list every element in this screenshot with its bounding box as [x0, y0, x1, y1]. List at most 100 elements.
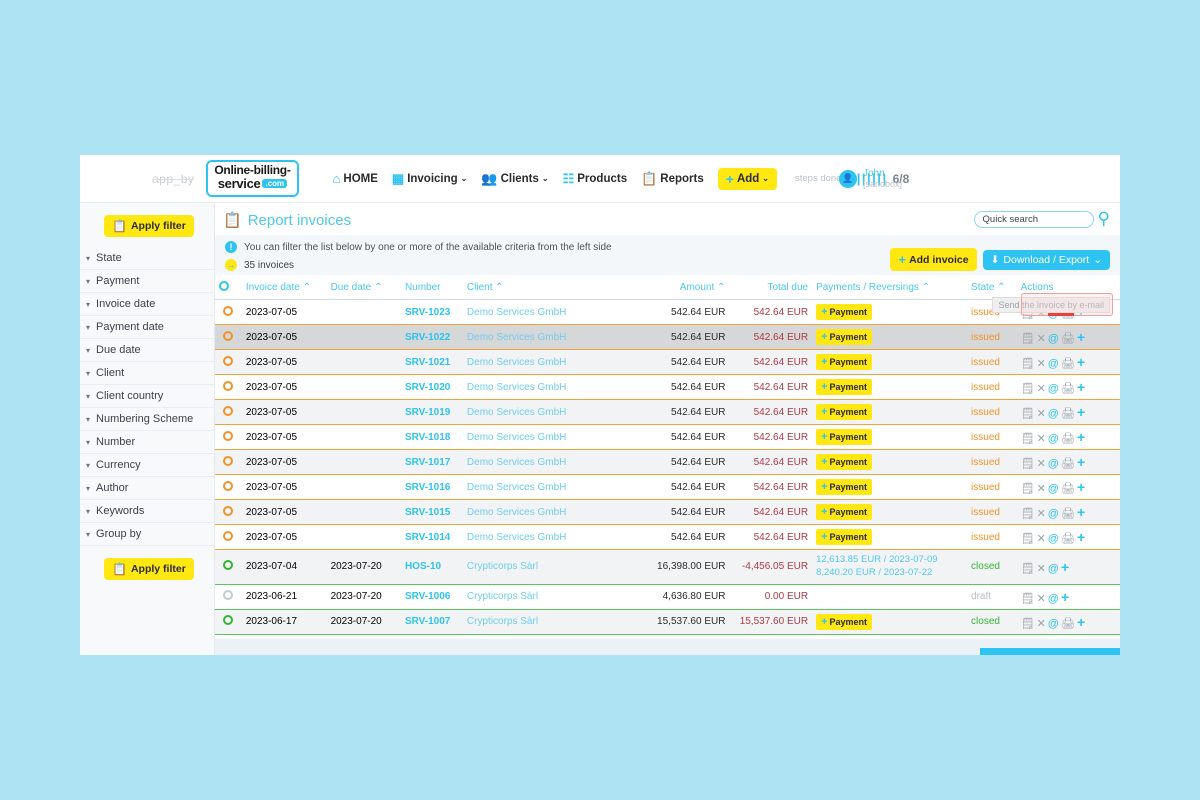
cell-client[interactable]: Demo Services GmbH [462, 474, 618, 500]
table-row[interactable]: 2023-07-05 SRV-1019 Demo Services GmbH 542.… [215, 399, 1120, 425]
column-header-client[interactable]: Client ⌃ [462, 275, 618, 300]
close-icon[interactable]: ✕ [1037, 333, 1048, 345]
add-payment-badge[interactable]: + Payment [816, 379, 873, 395]
filter-item-keywords[interactable]: ▾ Keywords [80, 500, 214, 523]
row-state-circle-icon[interactable] [223, 330, 234, 341]
cell-invoice-number[interactable]: SRV-1019 [400, 399, 463, 425]
email-icon[interactable]: @ [1048, 358, 1061, 370]
download-export-button[interactable]: ⬇ Download / Export ⌄ [982, 249, 1110, 270]
cell-client[interactable]: Demo Services GmbH [462, 299, 618, 325]
filter-item-invoice-date[interactable]: ▾ Invoice date [80, 293, 214, 316]
row-select-cell[interactable] [215, 609, 242, 635]
edit-icon[interactable]: 🗒 [1021, 358, 1037, 370]
filter-item-numbering-scheme[interactable]: ▾ Numbering Scheme [80, 408, 214, 431]
print-icon[interactable]: 🖨 [1061, 508, 1077, 520]
filter-item-client[interactable]: ▾ Client [80, 362, 214, 385]
email-icon[interactable]: @ [1048, 563, 1061, 575]
close-icon[interactable]: ✕ [1037, 508, 1048, 520]
row-select-cell[interactable] [215, 374, 242, 400]
add-icon[interactable]: + [1077, 429, 1087, 445]
add-payment-badge[interactable]: + Payment [816, 354, 873, 370]
edit-icon[interactable]: 🗒 [1021, 563, 1037, 575]
column-header-total-due[interactable]: Total due [729, 275, 813, 300]
row-select-cell[interactable] [215, 474, 242, 500]
table-row[interactable]: 2023-06-21 2023-07-20 SRV-1006 Crypticorps … [215, 584, 1120, 610]
email-icon[interactable]: @ [1048, 433, 1061, 445]
email-icon[interactable]: @ [1048, 533, 1061, 545]
row-state-circle-icon[interactable] [223, 305, 234, 316]
select-all-circle-icon[interactable] [219, 281, 229, 291]
column-header-state[interactable]: State ⌃ [967, 275, 1017, 300]
print-icon[interactable]: 🖨 [1061, 383, 1077, 395]
edit-icon[interactable]: 🗒 [1021, 508, 1037, 520]
cell-invoice-number[interactable]: SRV-1015 [400, 499, 463, 525]
row-select-cell[interactable] [215, 584, 242, 610]
row-state-circle-icon[interactable] [223, 480, 234, 491]
column-header-payments-reversings[interactable]: Payments / Reversings ⌃ [812, 275, 968, 300]
print-icon[interactable]: 🖨 [1061, 333, 1077, 345]
filter-item-client-country[interactable]: ▾ Client country [80, 385, 214, 408]
edit-icon[interactable]: 🗒 [1021, 593, 1037, 605]
add-payment-badge[interactable]: + Payment [816, 529, 873, 545]
table-row[interactable]: 2023-07-05 SRV-1015 Demo Services GmbH 542.… [215, 499, 1120, 525]
edit-icon[interactable]: 🗒 [1021, 483, 1037, 495]
table-row[interactable]: 2023-07-05 SRV-1021 Demo Services GmbH 542.… [215, 349, 1120, 375]
print-icon[interactable]: 🖨 [1061, 358, 1077, 370]
search-icon[interactable]: ⚲ [1098, 209, 1110, 229]
column-header-number[interactable]: Number [400, 275, 463, 300]
filter-item-payment[interactable]: ▾ Payment [80, 270, 214, 293]
print-icon[interactable]: 🖨 [1061, 408, 1077, 420]
email-icon[interactable]: @ [1048, 333, 1061, 345]
email-icon[interactable]: @ [1048, 458, 1061, 470]
add-payment-badge[interactable]: + Payment [816, 479, 873, 495]
cell-invoice-number[interactable]: SRV-1020 [400, 374, 463, 400]
cell-invoice-number[interactable]: SRV-1014 [400, 524, 463, 550]
cell-client[interactable]: Demo Services GmbH [462, 349, 618, 375]
row-state-circle-icon[interactable] [223, 560, 234, 571]
add-icon[interactable]: + [1077, 454, 1087, 470]
add-icon[interactable]: + [1077, 529, 1087, 545]
close-icon[interactable]: ✕ [1037, 533, 1048, 545]
row-select-cell[interactable] [215, 424, 242, 450]
apply-filter-button-bottom[interactable]: 📋 Apply filter [104, 558, 194, 580]
add-icon[interactable]: + [1077, 329, 1087, 345]
payment-line[interactable]: 12,613.85 EUR / 2023-07-09 [816, 554, 963, 567]
row-state-circle-icon[interactable] [223, 615, 234, 626]
table-row[interactable]: 2023-07-05 SRV-1016 Demo Services GmbH 542.… [215, 474, 1120, 500]
column-header-due-date[interactable]: Due date ⌃ [326, 275, 401, 300]
cell-client[interactable]: Demo Services GmbH [462, 524, 618, 550]
select-all-header[interactable] [215, 275, 242, 300]
add-icon[interactable]: + [1061, 589, 1071, 605]
cell-invoice-number[interactable]: SRV-1016 [400, 474, 463, 500]
close-icon[interactable]: ✕ [1037, 593, 1048, 605]
payment-line[interactable]: 8,240.20 EUR / 2023-07-22 [816, 567, 963, 580]
edit-icon[interactable]: 🗒 [1021, 408, 1037, 420]
add-icon[interactable]: + [1077, 479, 1087, 495]
row-state-circle-icon[interactable] [223, 530, 234, 541]
brand-logo[interactable]: Online-billing- service .com [206, 160, 299, 197]
close-icon[interactable]: ✕ [1037, 358, 1048, 370]
table-row[interactable]: 2023-07-05 SRV-1018 Demo Services GmbH 542.… [215, 424, 1120, 450]
filter-item-number[interactable]: ▾ Number [80, 431, 214, 454]
print-icon[interactable]: 🖨 [1061, 433, 1077, 445]
add-payment-badge[interactable]: + Payment [816, 329, 873, 345]
table-row[interactable]: 2023-07-05 SRV-1020 Demo Services GmbH 542.… [215, 374, 1120, 400]
print-icon[interactable]: 🖨 [1061, 458, 1077, 470]
add-payment-badge[interactable]: + Payment [816, 613, 873, 630]
column-header-amount[interactable]: Amount ⌃ [617, 275, 730, 300]
close-icon[interactable]: ✕ [1037, 433, 1048, 445]
add-icon[interactable]: + [1077, 614, 1087, 630]
column-header-actions[interactable]: Actions [1016, 275, 1120, 300]
apply-filter-button-top[interactable]: 📋 Apply filter [104, 215, 194, 237]
add-payment-badge[interactable]: + Payment [816, 404, 873, 420]
row-state-circle-icon[interactable] [223, 430, 234, 441]
cell-invoice-number[interactable]: SRV-1017 [400, 449, 463, 475]
table-row[interactable]: 2023-07-05 SRV-1014 Demo Services GmbH 542.… [215, 524, 1120, 550]
filter-item-state[interactable]: ▾ State [80, 247, 214, 270]
row-select-cell[interactable] [215, 299, 242, 325]
cell-invoice-number[interactable]: SRV-1007 [400, 609, 463, 635]
email-icon[interactable]: @ [1048, 483, 1061, 495]
print-icon[interactable]: 🖨 [1061, 618, 1077, 630]
nav-item-invoicing[interactable]: ▦ Invoicing ⌄ [392, 172, 467, 185]
add-icon[interactable]: + [1077, 354, 1087, 370]
